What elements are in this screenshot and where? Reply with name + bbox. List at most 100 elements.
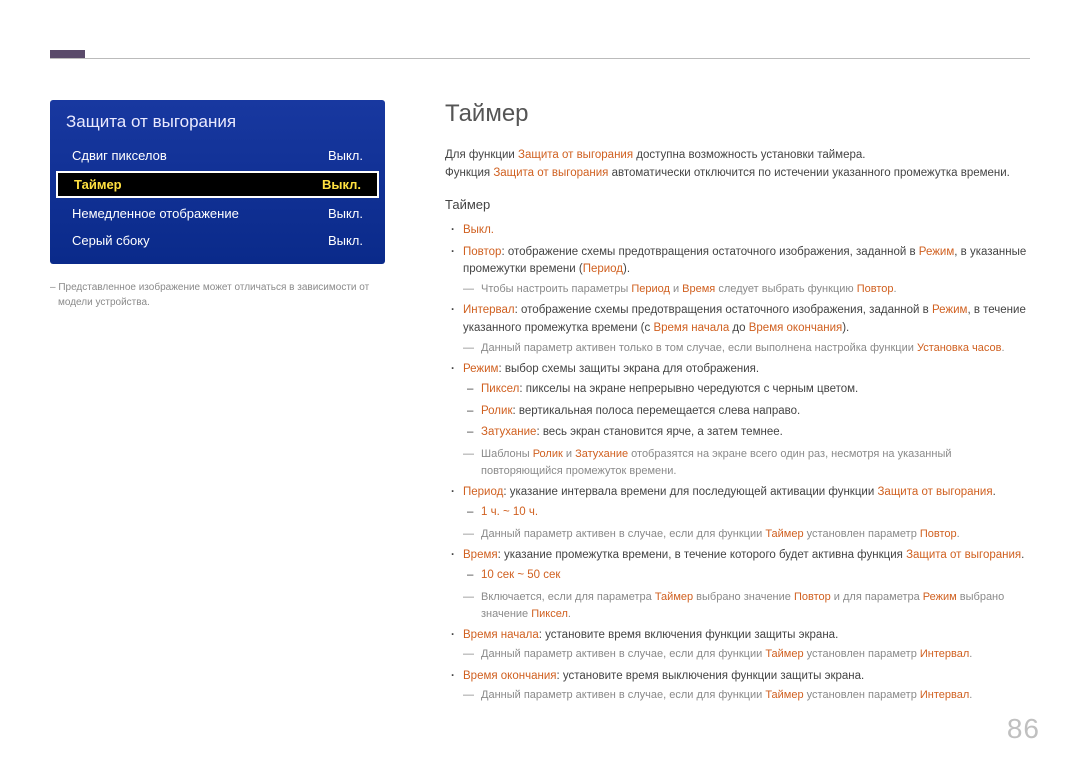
t: установлен параметр bbox=[804, 648, 920, 660]
hl: Таймер bbox=[765, 648, 803, 660]
mode-roll: Ролик: вертикальная полоса перемещается … bbox=[481, 401, 1030, 423]
note: Чтобы настроить параметры Период и Время… bbox=[463, 281, 1030, 298]
hl: Таймер bbox=[655, 591, 693, 603]
osd-caption: Представленное изображение может отличат… bbox=[50, 280, 385, 310]
osd-row-timer[interactable]: Таймер Выкл. bbox=[56, 171, 379, 198]
t: Для функции bbox=[445, 149, 518, 161]
note: Шаблоны Ролик и Затухание отобразятся на… bbox=[463, 446, 1030, 480]
hl: Режим bbox=[923, 591, 957, 603]
hl: Период bbox=[631, 283, 670, 295]
page-body: Защита от выгорания Сдвиг пикселов Выкл.… bbox=[50, 100, 1030, 706]
osd-row-immediate[interactable]: Немедленное отображение Выкл. bbox=[50, 200, 385, 227]
hl: Затухание bbox=[575, 448, 628, 460]
osd-label: Немедленное отображение bbox=[72, 206, 239, 221]
t: : пикселы на экране непрерывно чередуютс… bbox=[519, 383, 858, 395]
t: и для параметра bbox=[831, 591, 923, 603]
t: установлен параметр bbox=[804, 689, 920, 701]
t: Данный параметр активен в случае, если д… bbox=[481, 648, 765, 660]
hl: Установка часов bbox=[917, 342, 1001, 354]
header-accent bbox=[50, 50, 85, 58]
t: . bbox=[1021, 549, 1024, 561]
mode-fade: Затухание: весь экран становится ярче, а… bbox=[481, 422, 1030, 444]
hl: Время начала bbox=[463, 629, 539, 641]
t: Чтобы настроить параметры bbox=[481, 283, 631, 295]
hl: Ролик bbox=[533, 448, 563, 460]
hl: Защита от выгорания bbox=[906, 549, 1021, 561]
t: . bbox=[969, 648, 972, 660]
hl: Повтор bbox=[463, 246, 501, 258]
page-number: 86 bbox=[1007, 713, 1040, 745]
hl: Таймер bbox=[765, 528, 803, 540]
osd-label: Таймер bbox=[74, 177, 122, 192]
t: следует выбрать функцию bbox=[715, 283, 856, 295]
opt-end-time: Время окончания: установите время выключ… bbox=[463, 666, 1030, 707]
osd-label: Сдвиг пикселов bbox=[72, 148, 167, 163]
t: Данный параметр активен в случае, если д… bbox=[481, 528, 765, 540]
osd-row-pixel-shift[interactable]: Сдвиг пикселов Выкл. bbox=[50, 142, 385, 169]
t: доступна возможность установки таймера. bbox=[633, 149, 865, 161]
t: выбрано значение bbox=[693, 591, 794, 603]
osd-title: Защита от выгорания bbox=[50, 112, 385, 142]
t: Функция bbox=[445, 167, 493, 179]
t: Данный параметр активен только в том слу… bbox=[481, 342, 917, 354]
t: . bbox=[568, 608, 571, 620]
opt-start-time: Время начала: установите время включения… bbox=[463, 625, 1030, 666]
hl: Защита от выгорания bbox=[493, 167, 608, 179]
osd-value: Выкл. bbox=[328, 206, 363, 221]
sub-title: Таймер bbox=[445, 197, 1030, 212]
mode-sublist: Пиксел: пикселы на экране непрерывно чер… bbox=[463, 379, 1030, 444]
opt-off: Выкл. bbox=[463, 220, 1030, 242]
t: и bbox=[670, 283, 682, 295]
osd-row-side-gray[interactable]: Серый сбоку Выкл. bbox=[50, 227, 385, 254]
hl: Повтор bbox=[857, 283, 894, 295]
t: : установите время включения функции защ… bbox=[539, 629, 838, 641]
opt-time: Время: указание промежутка времени, в те… bbox=[463, 545, 1030, 625]
hl: Время начала bbox=[653, 322, 729, 334]
hl: Время bbox=[463, 549, 498, 561]
hl: Интервал bbox=[463, 304, 515, 316]
options-list: Выкл. Повтор: отображение схемы предотвр… bbox=[445, 220, 1030, 707]
hl: 1 ч. ~ 10 ч. bbox=[481, 506, 538, 518]
hl: Ролик bbox=[481, 405, 512, 417]
hl: Время bbox=[682, 283, 715, 295]
mode-pixel: Пиксел: пикселы на экране непрерывно чер… bbox=[481, 379, 1030, 401]
time-range: 10 сек ~ 50 сек bbox=[481, 565, 1030, 587]
intro-text: Для функции Защита от выгорания доступна… bbox=[445, 146, 1030, 183]
hl: Пиксел bbox=[481, 383, 519, 395]
t: ). bbox=[623, 263, 630, 275]
hl: 10 сек ~ 50 сек bbox=[481, 569, 560, 581]
t: и bbox=[563, 448, 575, 460]
opt-repeat: Повтор: отображение схемы предотвращения… bbox=[463, 242, 1030, 301]
hl: Время окончания bbox=[749, 322, 842, 334]
hl: Пиксел bbox=[531, 608, 568, 620]
note: Данный параметр активен только в том слу… bbox=[463, 340, 1030, 357]
t: : установите время выключения функции за… bbox=[556, 670, 864, 682]
hl: Режим bbox=[463, 363, 498, 375]
period-sublist: 1 ч. ~ 10 ч. bbox=[463, 502, 1030, 524]
note: Включается, если для параметра Таймер вы… bbox=[463, 589, 1030, 623]
hl: Защита от выгорания bbox=[877, 486, 992, 498]
t: . bbox=[893, 283, 896, 295]
left-column: Защита от выгорания Сдвиг пикселов Выкл.… bbox=[50, 100, 385, 706]
osd-value: Выкл. bbox=[322, 177, 361, 192]
opt-period: Период: указание интервала времени для п… bbox=[463, 482, 1030, 545]
t: . bbox=[957, 528, 960, 540]
hl: Интервал bbox=[920, 689, 969, 701]
note: Данный параметр активен в случае, если д… bbox=[463, 526, 1030, 543]
hl: Период bbox=[583, 263, 623, 275]
t: : указание интервала времени для последу… bbox=[503, 486, 877, 498]
t: . bbox=[969, 689, 972, 701]
t: установлен параметр bbox=[804, 528, 920, 540]
t: : весь экран становится ярче, а затем те… bbox=[536, 426, 782, 438]
header-rule bbox=[50, 58, 1030, 59]
period-range: 1 ч. ~ 10 ч. bbox=[481, 502, 1030, 524]
t: . bbox=[993, 486, 996, 498]
t: Данный параметр активен в случае, если д… bbox=[481, 689, 765, 701]
t: ). bbox=[842, 322, 849, 334]
hl: Режим bbox=[919, 246, 954, 258]
opt-mode: Режим: выбор схемы защиты экрана для ото… bbox=[463, 359, 1030, 482]
hl: Интервал bbox=[920, 648, 969, 660]
t: : выбор схемы защиты экрана для отображе… bbox=[498, 363, 759, 375]
osd-panel: Защита от выгорания Сдвиг пикселов Выкл.… bbox=[50, 100, 385, 264]
t: : указание промежутка времени, в течение… bbox=[498, 549, 906, 561]
